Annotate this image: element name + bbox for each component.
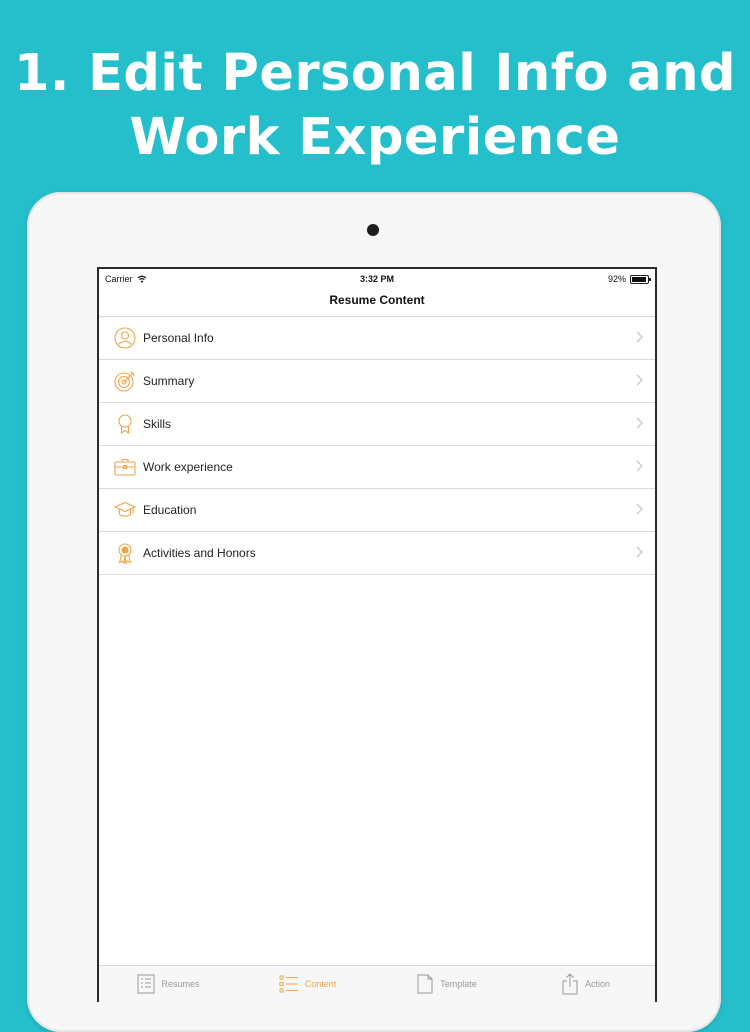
chevron-right-icon bbox=[636, 460, 643, 472]
chevron-right-icon bbox=[636, 503, 643, 515]
briefcase-icon bbox=[113, 455, 137, 479]
promo-line-1: 1. Edit Personal Info and bbox=[13, 44, 737, 103]
camera-dot bbox=[367, 224, 379, 236]
row-personal-info[interactable]: Personal Info bbox=[99, 317, 655, 360]
row-activities-honors[interactable]: Activities and Honors bbox=[99, 532, 655, 575]
document-list-icon bbox=[137, 974, 155, 994]
status-time: 3:32 PM bbox=[359, 274, 394, 284]
row-label: Summary bbox=[143, 374, 195, 388]
content-list: Personal Info Summary Skills Work experi… bbox=[99, 317, 655, 575]
tab-label: Content bbox=[304, 979, 337, 989]
battery-indicator: 92% bbox=[607, 274, 651, 284]
row-label: Work experience bbox=[143, 460, 233, 474]
medal-icon bbox=[113, 541, 137, 565]
row-label: Activities and Honors bbox=[143, 546, 256, 560]
tab-bar: Resumes Content Template Action bbox=[99, 965, 655, 1002]
device-screen: Carrier 3:32 PM 92% Resume Content Perso… bbox=[97, 267, 657, 1002]
row-label: Personal Info bbox=[143, 331, 214, 345]
list-icon bbox=[279, 975, 298, 993]
tablet-frame: Carrier 3:32 PM 92% Resume Content Perso… bbox=[27, 192, 721, 1032]
row-skills[interactable]: Skills bbox=[99, 403, 655, 446]
tab-label: Action bbox=[584, 979, 610, 989]
row-summary[interactable]: Summary bbox=[99, 360, 655, 403]
target-icon bbox=[113, 369, 137, 393]
battery-percent: 92% bbox=[607, 274, 626, 284]
row-label: Education bbox=[143, 503, 197, 517]
tab-content[interactable]: Content bbox=[238, 966, 377, 1002]
chevron-right-icon bbox=[636, 331, 643, 343]
row-label: Skills bbox=[143, 417, 172, 431]
tab-template[interactable]: Template bbox=[377, 966, 516, 1002]
person-circle-icon bbox=[113, 326, 137, 350]
promo-line-2: Work Experience bbox=[129, 108, 621, 167]
row-work-experience[interactable]: Work experience bbox=[99, 446, 655, 489]
tab-resumes[interactable]: Resumes bbox=[99, 966, 238, 1002]
row-education[interactable]: Education bbox=[99, 489, 655, 532]
promo-headline: 1. Edit Personal Info and Work Experienc… bbox=[0, 42, 750, 170]
chevron-right-icon bbox=[636, 417, 643, 429]
nav-title: Resume Content bbox=[99, 289, 655, 317]
status-bar: Carrier 3:32 PM 92% bbox=[99, 269, 655, 289]
tab-label: Resumes bbox=[161, 979, 200, 989]
graduation-cap-icon bbox=[113, 498, 137, 522]
page-icon bbox=[417, 974, 433, 994]
tab-label: Template bbox=[440, 979, 477, 989]
battery-icon bbox=[630, 274, 651, 284]
share-icon bbox=[562, 973, 578, 995]
chevron-right-icon bbox=[636, 374, 643, 386]
chevron-right-icon bbox=[636, 546, 643, 558]
award-ribbon-icon bbox=[113, 412, 137, 436]
tab-action[interactable]: Action bbox=[516, 966, 655, 1002]
